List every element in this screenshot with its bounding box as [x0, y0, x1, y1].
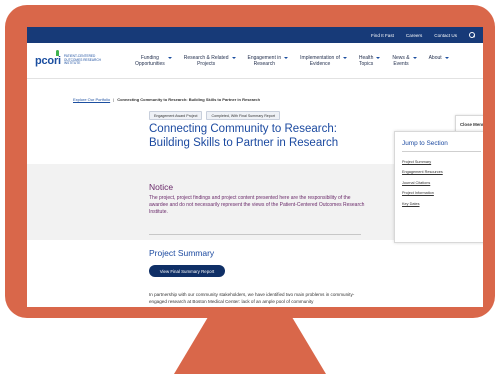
divider — [149, 234, 361, 235]
chevron-down-icon — [342, 56, 347, 59]
pcori-logo[interactable]: pcori PATIENT-CENTERED OUTCOMES RESEARCH… — [35, 49, 127, 67]
main-nav: pcori PATIENT-CENTERED OUTCOMES RESEARCH… — [27, 43, 483, 79]
jump-link-engagement-resources[interactable]: Engagement Resources — [402, 170, 481, 174]
project-summary-body: In partnership with our community stakeh… — [149, 292, 355, 304]
nav-engagement-in-research[interactable]: Engagement in Research — [242, 55, 295, 67]
jump-link-key-dates[interactable]: Key Dates — [402, 202, 481, 206]
contact-us-link[interactable]: Contact Us — [434, 33, 457, 38]
chevron-down-icon — [284, 56, 289, 59]
notice-title: Notice — [149, 182, 174, 192]
jump-link-project-summary[interactable]: Project Summary — [402, 160, 481, 164]
breadcrumb-current: Connecting Community to Research: Buildi… — [117, 97, 261, 102]
divider — [402, 151, 481, 152]
project-tags: Engagement Award Project Completed, With… — [149, 111, 280, 120]
notice-body: The project, project findings and projec… — [149, 195, 365, 215]
nav-news-events[interactable]: News & Events — [386, 55, 422, 67]
chevron-down-icon — [231, 56, 236, 59]
nav-health-topics[interactable]: Health Topics — [353, 55, 386, 67]
search-icon[interactable] — [469, 32, 475, 38]
logo-text: PATIENT-CENTERED OUTCOMES RESEARCH INSTI… — [63, 53, 101, 66]
nav-funding-opportunities[interactable]: Funding Opportunities — [129, 55, 178, 67]
monitor-stand — [174, 318, 326, 374]
find-it-fast-link[interactable]: Find It Fast — [371, 33, 394, 38]
breadcrumb-parent-link[interactable]: Explore Our Portfolio — [73, 97, 110, 102]
leaf-icon — [56, 49, 59, 56]
jump-link-journal-citations[interactable]: Journal Citations — [402, 181, 481, 185]
view-final-summary-report-button[interactable]: View Final Summary Report — [149, 265, 225, 277]
utility-bar: Find It Fast Careers Contact Us — [27, 27, 483, 43]
chevron-down-icon — [376, 56, 381, 59]
breadcrumb: Explore Our Portfolio | Connecting Commu… — [73, 97, 260, 102]
jump-link-project-information[interactable]: Project Information — [402, 191, 481, 195]
jump-to-section-menu: Jump to Section Project Summary Engageme… — [394, 131, 483, 243]
browser-screen: Find It Fast Careers Contact Us pcori PA… — [27, 27, 483, 307]
page-title: Connecting Community to Research: Buildi… — [149, 123, 339, 149]
nav-research-projects[interactable]: Research & Related Projects — [178, 55, 242, 67]
chevron-down-icon — [167, 56, 172, 59]
nav-about[interactable]: About — [423, 55, 455, 67]
nav-implementation-of-evidence[interactable]: Implementation of Evidence — [294, 55, 353, 67]
breadcrumb-separator: | — [113, 97, 115, 102]
chevron-down-icon — [412, 56, 417, 59]
project-summary-title: Project Summary — [149, 248, 215, 258]
jump-to-section-title: Jump to Section — [402, 140, 448, 147]
tag-engagement-award: Engagement Award Project — [149, 111, 203, 120]
chevron-down-icon — [444, 56, 449, 59]
careers-link[interactable]: Careers — [406, 33, 422, 38]
monitor-frame: Find It Fast Careers Contact Us pcori PA… — [5, 5, 495, 318]
tag-completed: Completed, With Final Summary Report — [206, 111, 280, 120]
logo-mark: pcori — [35, 54, 61, 67]
